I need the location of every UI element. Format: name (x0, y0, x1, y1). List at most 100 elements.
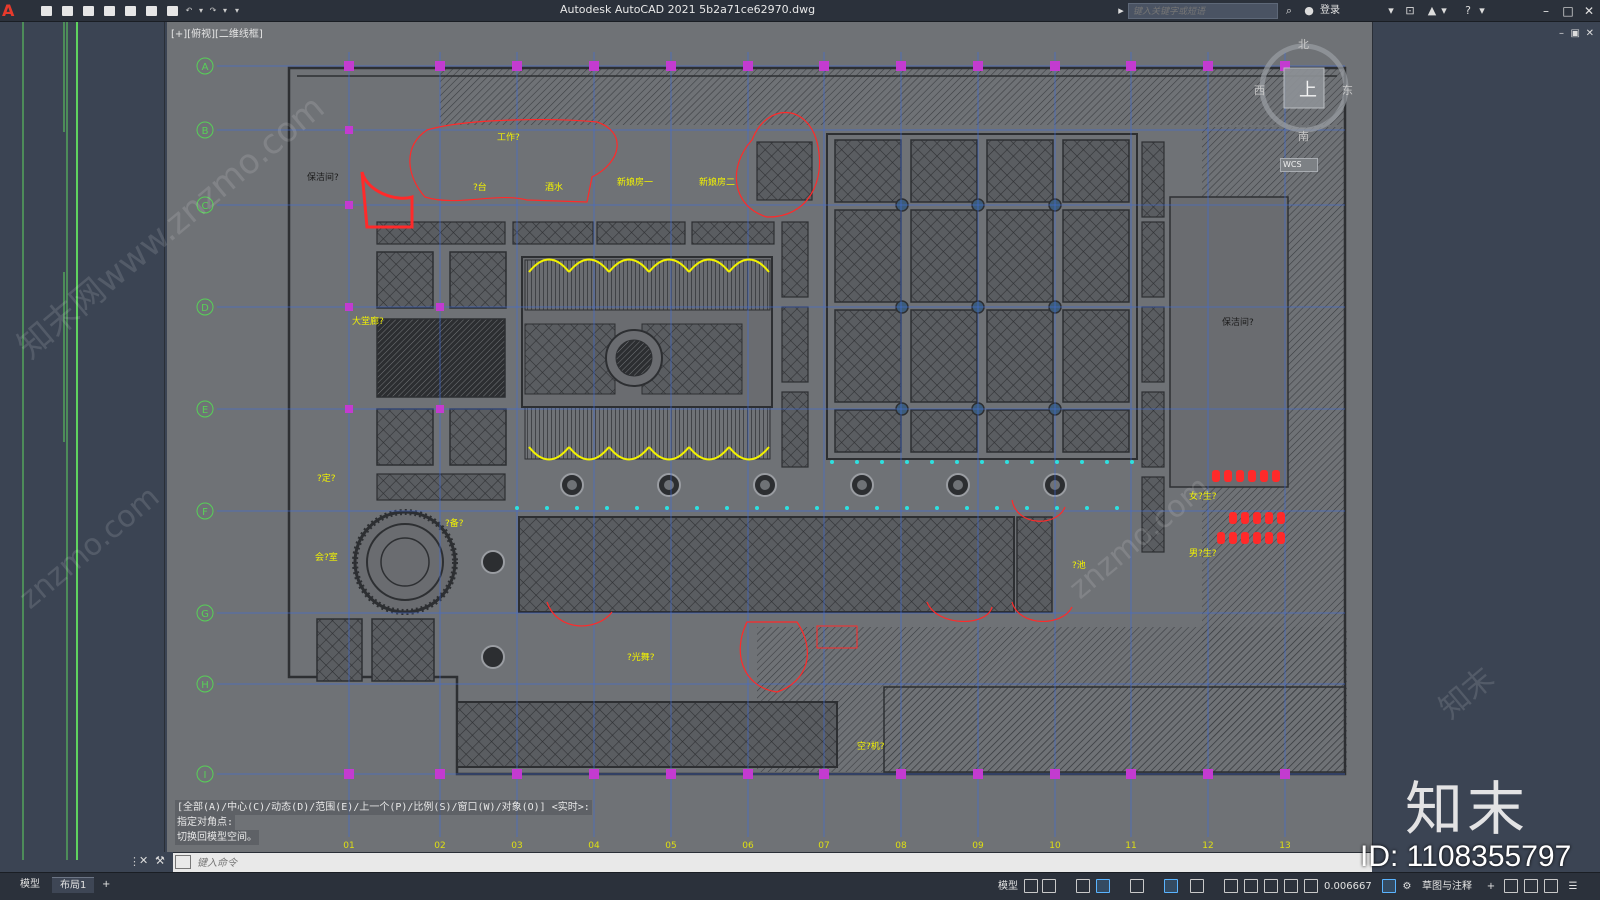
command-input[interactable] (197, 855, 797, 871)
help-dropdown-icon[interactable]: ▾ (1478, 3, 1486, 19)
maximize-icon[interactable]: □ (1557, 0, 1579, 22)
room-label-bridal-room-1: 新娘房一 (617, 176, 653, 188)
annotation-visibility-icon[interactable] (1244, 879, 1258, 893)
close-icon[interactable]: ✕ (1578, 0, 1600, 22)
viewport-close-icon[interactable]: ✕ (1586, 28, 1594, 39)
redo-icon[interactable]: ↷ (209, 3, 217, 19)
lower-hall (518, 516, 1015, 613)
login-button[interactable]: 登录 (1320, 3, 1340, 19)
customize-wrench-icon[interactable]: ⚒ (155, 854, 165, 867)
grid-icon[interactable] (1024, 879, 1038, 893)
workspace-switch[interactable]: 草图与注释 (1420, 879, 1474, 895)
room-label-mens-restroom: 男?生? (1189, 547, 1217, 559)
cart-icon[interactable]: ⊡ (1402, 3, 1418, 19)
undo-dropdown-icon[interactable]: ▾ (197, 3, 205, 19)
add-layout-button[interactable]: + (94, 877, 118, 893)
viewcube-east[interactable]: 东 (1342, 82, 1353, 98)
search-input[interactable] (1128, 3, 1278, 19)
save-icon[interactable] (80, 3, 97, 19)
column (666, 61, 676, 71)
model-space-toggle[interactable]: 模型 (996, 879, 1020, 895)
ballroom-tile (986, 209, 1054, 303)
app-dropdown-icon[interactable]: ▾ (1440, 3, 1448, 19)
units-icon[interactable] (1504, 879, 1518, 893)
viewport-controls[interactable]: [+][俯视][二维线框] (171, 25, 263, 40)
autocad-logo-icon[interactable]: A (2, 1, 18, 21)
left-panel-lines (22, 22, 78, 860)
col-axis-label: 11 (1125, 841, 1136, 851)
tab-layout1[interactable]: 布局1 (52, 877, 95, 893)
left-strip (376, 473, 506, 501)
autodesk-app-icon[interactable]: ▲ (1424, 3, 1440, 19)
viewcube-north[interactable]: 北 (1298, 36, 1309, 52)
column (436, 303, 444, 311)
hardware-accel-icon[interactable] (1382, 879, 1396, 893)
column (896, 769, 906, 779)
plus-icon[interactable]: + (1484, 879, 1498, 895)
cyan-marker (1085, 506, 1089, 510)
isodraft-icon[interactable] (1130, 879, 1144, 893)
room-label-meeting-room: 会?室 (315, 551, 338, 563)
column (589, 769, 599, 779)
undo-icon[interactable]: ↶ (185, 3, 193, 19)
clean-screen-icon[interactable] (1544, 879, 1558, 893)
expand-arrow-icon[interactable]: ▸ (1116, 3, 1126, 19)
left-strip (376, 221, 506, 245)
plot-icon[interactable] (164, 3, 181, 19)
viewcube[interactable]: 上 北 南 东 西 WCS (1250, 38, 1370, 180)
cleaning-area (1169, 196, 1289, 488)
cyan-marker (755, 506, 759, 510)
object-snap-icon[interactable] (1190, 879, 1204, 893)
polar-tracking-icon[interactable] (1096, 879, 1110, 893)
command-history-line: 指定对角点: (175, 815, 236, 830)
ballroom-tile (910, 409, 978, 453)
open-file-icon[interactable] (59, 3, 76, 19)
left-strip (691, 221, 775, 245)
tab-model[interactable]: 模型 (12, 877, 48, 893)
viewcube-top-face[interactable]: 上 (1299, 76, 1317, 102)
ortho-icon[interactable] (1076, 879, 1090, 893)
lock-icon[interactable] (1284, 879, 1298, 893)
auto-scale-icon[interactable] (1264, 879, 1278, 893)
annotation-scale-value[interactable]: 0.006667 (1324, 879, 1372, 895)
login-dropdown-icon[interactable]: ▾ (1386, 3, 1396, 19)
command-prompt-icon[interactable] (175, 855, 191, 869)
toilet (1260, 470, 1268, 482)
viewport-restore-icon[interactable]: ▣ (1571, 28, 1580, 39)
close-command-line-icon[interactable]: ✕ (139, 854, 148, 867)
viewport-minimize-icon[interactable]: – (1559, 28, 1564, 39)
quick-properties-icon[interactable] (1524, 879, 1538, 893)
new-file-icon[interactable] (38, 3, 55, 19)
gear-icon[interactable]: ⚙ (1400, 879, 1414, 895)
cyan-marker (845, 506, 849, 510)
left-strip (512, 221, 594, 245)
customize-menu-icon[interactable]: ☰ (1566, 879, 1580, 895)
drawing-canvas[interactable]: [+][俯视][二维线框] 保洁间? 工作? ?台 酒水 新娘房一 新娘房二 大… (167, 22, 1372, 860)
selection-cycling-icon[interactable] (1224, 879, 1238, 893)
snap-icon[interactable] (1042, 879, 1056, 893)
save-web-icon[interactable] (143, 3, 160, 19)
save-as-icon[interactable] (101, 3, 118, 19)
open-web-icon[interactable] (122, 3, 139, 19)
viewcube-west[interactable]: 西 (1254, 82, 1265, 98)
side-strip (1141, 221, 1165, 298)
col-axis-label: 13 (1279, 841, 1290, 851)
viewcube-south[interactable]: 南 (1298, 128, 1309, 144)
minimize-icon[interactable]: – (1535, 0, 1557, 22)
isolate-icon[interactable] (1304, 879, 1318, 893)
user-icon[interactable]: ● (1302, 3, 1316, 19)
ballroom-tile (834, 209, 902, 303)
col-axis-label: 08 (895, 841, 907, 851)
customize-toolbar-icon[interactable]: ▾ (233, 3, 241, 19)
wcs-menu[interactable]: WCS (1280, 158, 1318, 172)
help-icon[interactable]: ? (1460, 3, 1476, 19)
object-snap-tracking-icon[interactable] (1164, 879, 1178, 893)
ballroom-tile (1062, 209, 1130, 303)
toilet (1253, 512, 1261, 524)
redo-dropdown-icon[interactable]: ▾ (221, 3, 229, 19)
search-icon[interactable]: ⌕ (1282, 3, 1296, 19)
cyan-marker (545, 506, 549, 510)
row-axis-label: B (202, 126, 209, 137)
cyan-marker (855, 460, 859, 464)
command-line-controls: ⋮ ✕ ⚒ (125, 852, 173, 872)
